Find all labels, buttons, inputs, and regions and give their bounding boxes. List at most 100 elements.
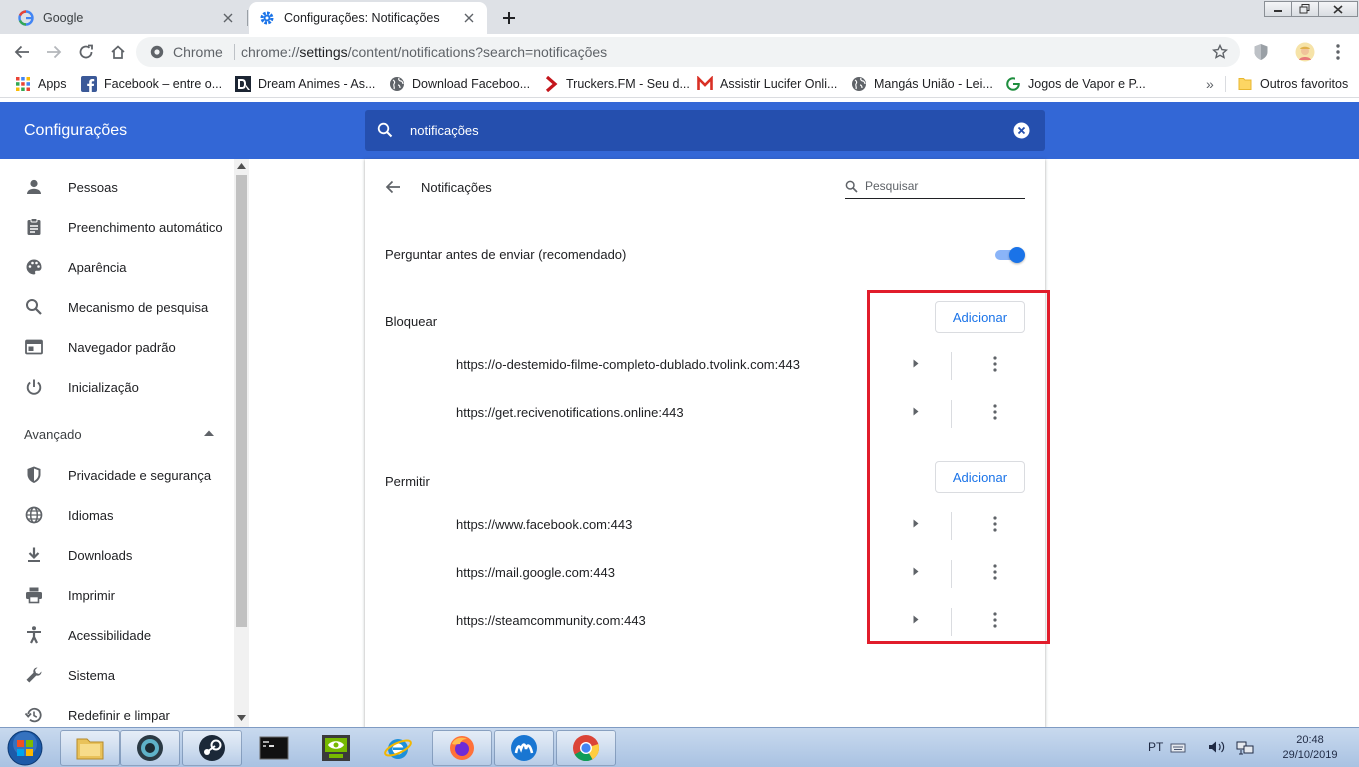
search-input[interactable]: notificações xyxy=(410,123,479,138)
input-language[interactable]: PT xyxy=(1148,740,1163,754)
advanced-section-toggle[interactable]: Avançado xyxy=(24,427,214,443)
bookmark-star-button[interactable] xyxy=(1212,44,1228,60)
bookmark-lucifer[interactable]: Assistir Lucifer Onli... xyxy=(697,75,837,93)
bookmark-label: Outros favoritos xyxy=(1260,77,1349,91)
scroll-thumb[interactable] xyxy=(236,175,247,627)
sidebar-scrollbar[interactable] xyxy=(234,159,249,727)
more-vert-icon xyxy=(1336,44,1340,60)
bookmark-jogos-vapor[interactable]: Jogos de Vapor e P... xyxy=(1005,75,1146,93)
sidebar-item-label: Pessoas xyxy=(68,179,118,195)
sidebar-item-imprimir[interactable]: Imprimir xyxy=(0,575,234,615)
sidebar-item-sistema[interactable]: Sistema xyxy=(0,655,234,695)
tab-google[interactable]: Google xyxy=(8,2,246,34)
volume-icon[interactable] xyxy=(1208,740,1226,756)
site-url: https://o-destemido-filme-completo-dubla… xyxy=(456,357,800,372)
sidebar-item-pessoas[interactable]: Pessoas xyxy=(0,167,234,207)
bookmark-download-facebook[interactable]: Download Faceboo... xyxy=(389,75,530,93)
clear-search-button[interactable] xyxy=(1013,122,1030,139)
bookmark-apps[interactable]: Apps xyxy=(15,75,67,93)
sidebar-item-inicializacao[interactable]: Inicialização xyxy=(0,367,234,407)
download-icon xyxy=(24,545,44,565)
accessibility-icon xyxy=(24,625,44,645)
subpage-search-input[interactable] xyxy=(865,179,1023,193)
bookmark-label: Download Faceboo... xyxy=(412,77,531,91)
taskbar-app-m[interactable] xyxy=(494,730,554,766)
sidebar-item-acessibilidade[interactable]: Acessibilidade xyxy=(0,615,234,655)
taskbar-steam[interactable] xyxy=(182,730,242,766)
sidebar-item-privacidade[interactable]: Privacidade e segurança xyxy=(0,455,234,495)
bookmark-truckersfm[interactable]: Truckers.FM - Seu d... xyxy=(543,75,690,93)
taskbar-terminal[interactable] xyxy=(244,730,304,766)
firefox-icon xyxy=(450,736,474,760)
url-text[interactable]: chrome://settings/content/notifications?… xyxy=(241,44,607,60)
keyboard-icon[interactable] xyxy=(1170,740,1186,756)
person-icon xyxy=(24,177,44,197)
close-icon xyxy=(1333,4,1343,14)
search-icon xyxy=(845,180,858,193)
close-circle-icon xyxy=(1013,122,1030,139)
url-scheme: chrome:// xyxy=(241,44,300,60)
sidebar-item-preenchimento[interactable]: Preenchimento automático xyxy=(0,207,234,247)
network-icon[interactable] xyxy=(1236,740,1254,756)
taskbar-internet-explorer[interactable] xyxy=(368,730,428,766)
settings-sidebar: Pessoas Preenchimento automático Aparênc… xyxy=(0,159,234,727)
bookmark-label: Dream Animes - As... xyxy=(258,77,376,91)
taskbar-clock[interactable]: 20:48 29/10/2019 xyxy=(1270,733,1350,763)
red-highlight-box xyxy=(867,290,1050,644)
sidebar-item-downloads[interactable]: Downloads xyxy=(0,535,234,575)
close-icon[interactable] xyxy=(461,10,477,26)
close-window-button[interactable] xyxy=(1318,1,1358,17)
arrow-right-icon xyxy=(47,45,62,59)
address-bar[interactable]: Chrome chrome://settings/content/notific… xyxy=(136,37,1240,67)
close-icon[interactable] xyxy=(220,10,236,26)
search-icon xyxy=(24,297,44,317)
reload-button[interactable] xyxy=(72,38,100,66)
other-bookmarks-folder[interactable]: Outros favoritos xyxy=(1237,75,1348,93)
sidebar-item-label: Sistema xyxy=(68,667,115,683)
profile-avatar-button[interactable] xyxy=(1291,38,1319,66)
sidebar-item-aparencia[interactable]: Aparência xyxy=(0,247,234,287)
globe-icon xyxy=(851,76,867,92)
sidebar-item-mecanismo[interactable]: Mecanismo de pesquisa xyxy=(0,287,234,327)
bookmark-facebook[interactable]: Facebook – entre o... xyxy=(81,75,222,93)
start-button[interactable] xyxy=(4,730,46,766)
taskbar-media-app[interactable] xyxy=(120,730,180,766)
back-button[interactable] xyxy=(8,38,36,66)
truckersfm-icon xyxy=(543,76,559,92)
globe-icon xyxy=(389,76,405,92)
sidebar-item-label: Privacidade e segurança xyxy=(68,467,212,483)
restore-button[interactable] xyxy=(1291,1,1319,17)
subpage-search[interactable] xyxy=(845,177,1025,199)
taskbar-chrome[interactable] xyxy=(556,730,616,766)
clock-time: 20:48 xyxy=(1296,734,1324,746)
arrow-left-icon xyxy=(14,45,29,59)
forward-button[interactable] xyxy=(40,38,68,66)
new-tab-button[interactable] xyxy=(496,5,522,31)
search-icon xyxy=(377,122,393,138)
back-button[interactable] xyxy=(385,179,401,195)
printer-icon xyxy=(24,585,44,605)
sidebar-item-idiomas[interactable]: Idiomas xyxy=(0,495,234,535)
sidebar-item-navegador-padrao[interactable]: Navegador padrão xyxy=(0,327,234,367)
site-info[interactable]: Chrome xyxy=(150,44,244,60)
page-title: Configurações xyxy=(24,122,128,139)
tab-title: Google xyxy=(43,11,84,25)
home-button[interactable] xyxy=(104,38,132,66)
browser-menu-button[interactable] xyxy=(1324,38,1352,66)
bookmarks-overflow-button[interactable]: » xyxy=(1206,75,1214,93)
extension-button[interactable] xyxy=(1247,38,1275,66)
taskbar-explorer[interactable] xyxy=(60,730,120,766)
bookmark-dream-animes[interactable]: Dream Animes - As... xyxy=(235,75,375,93)
tab-settings[interactable]: Configurações: Notificações xyxy=(249,2,487,34)
site-url: https://www.facebook.com:443 xyxy=(456,517,633,532)
bookmark-mangas-uniao[interactable]: Mangás União - Lei... xyxy=(851,75,993,93)
taskbar-firefox[interactable] xyxy=(432,730,492,766)
settings-search-box[interactable]: notificações xyxy=(365,110,1045,151)
taskbar-nvidia[interactable] xyxy=(306,730,366,766)
ask-before-sending-toggle[interactable] xyxy=(995,247,1027,263)
minimize-button[interactable] xyxy=(1264,1,1292,17)
sidebar-item-label: Inicialização xyxy=(68,379,139,395)
sidebar-item-label: Preenchimento automático xyxy=(68,219,223,235)
avatar-icon xyxy=(1295,42,1315,62)
advanced-label: Avançado xyxy=(24,427,82,442)
